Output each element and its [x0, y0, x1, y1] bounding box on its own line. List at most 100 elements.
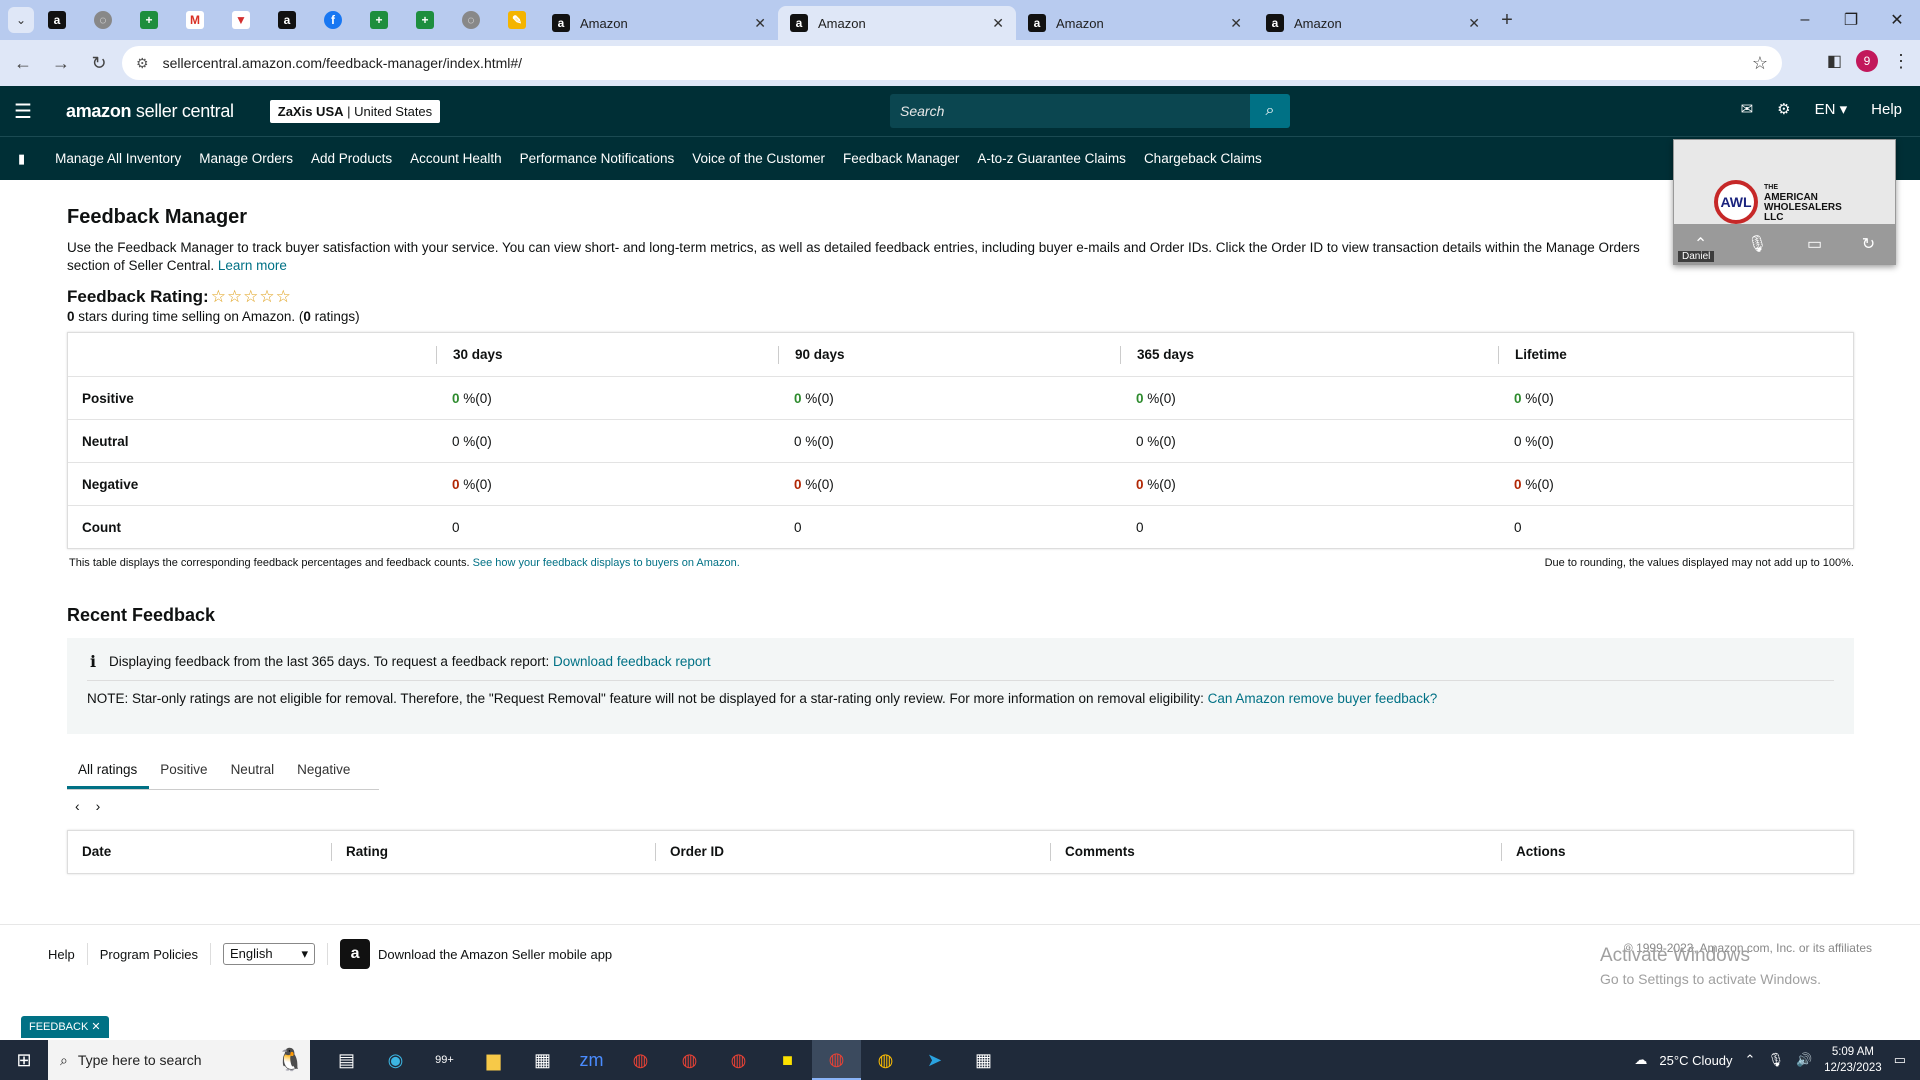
calculator-icon[interactable]: ▦: [959, 1040, 1008, 1080]
gear-icon[interactable]: ⚙: [1777, 100, 1790, 118]
camera-off-icon[interactable]: ▭: [1807, 234, 1822, 254]
speaker-icon[interactable]: 🔊: [1796, 1052, 1812, 1068]
close-icon[interactable]: ✕: [1468, 15, 1480, 32]
pinned-tab[interactable]: f: [310, 0, 356, 40]
reload-icon[interactable]: ↻: [84, 53, 114, 74]
profile-avatar[interactable]: 9: [1856, 50, 1878, 72]
taskbar-search[interactable]: ⌕ Type here to search 🐧: [48, 1040, 310, 1080]
tab-neutral[interactable]: Neutral: [220, 752, 287, 789]
chrome-icon[interactable]: ◍: [665, 1040, 714, 1080]
hamburger-menu-icon[interactable]: ☰: [14, 99, 36, 124]
microphone-icon[interactable]: 🎙: [1767, 1052, 1784, 1068]
chevron-left-icon[interactable]: ‹: [75, 798, 80, 814]
chrome-icon[interactable]: ◍: [616, 1040, 665, 1080]
nav-a-to-z-claims[interactable]: A-to-z Guarantee Claims: [977, 151, 1126, 166]
feedback-display-link[interactable]: See how your feedback displays to buyers…: [473, 557, 740, 569]
column-header[interactable]: Order ID: [655, 843, 1050, 861]
sticky-notes-icon[interactable]: ■: [763, 1040, 812, 1080]
learn-more-link[interactable]: Learn more: [218, 258, 287, 273]
feedback-button[interactable]: FEEDBACK ✕: [21, 1016, 109, 1038]
search-icon[interactable]: ⌕: [1250, 94, 1290, 128]
seller-central-logo[interactable]: amazon seller central: [66, 101, 234, 122]
close-icon[interactable]: ✕: [91, 1021, 100, 1033]
store-icon[interactable]: ▦: [518, 1040, 567, 1080]
removal-eligibility-link[interactable]: Can Amazon remove buyer feedback?: [1208, 691, 1438, 706]
chrome-icon[interactable]: ◍: [861, 1040, 910, 1080]
tab-positive[interactable]: Positive: [149, 752, 219, 789]
language-selector[interactable]: EN ▾: [1815, 100, 1848, 118]
browser-tab[interactable]: a Amazon ✕: [1016, 6, 1254, 40]
browser-tab[interactable]: a Amazon ✕: [540, 6, 778, 40]
side-panel-icon[interactable]: ◧: [1827, 51, 1842, 71]
new-tab-button[interactable]: +: [1492, 9, 1522, 32]
zoom-icon[interactable]: zm: [567, 1040, 616, 1080]
windows-start-icon[interactable]: ⊞: [0, 1050, 48, 1071]
pinned-tab[interactable]: a: [264, 0, 310, 40]
weather-text[interactable]: 25°C Cloudy: [1659, 1053, 1732, 1068]
edge-icon[interactable]: ◉: [371, 1040, 420, 1080]
video-call-overlay[interactable]: AWL THE AMERICAN WHOLESALERS LLC ⌃ 🎙 ▭ ↻ Da…: [1673, 139, 1896, 265]
download-report-link[interactable]: Download feedback report: [553, 654, 711, 669]
browser-tab[interactable]: a Amazon ✕: [1254, 6, 1492, 40]
restore-icon[interactable]: ❐: [1828, 0, 1874, 40]
pinned-tab[interactable]: +: [356, 0, 402, 40]
footer-help-link[interactable]: Help: [48, 947, 75, 962]
chrome-icon[interactable]: ◍: [812, 1040, 861, 1080]
nav-voice-of-customer[interactable]: Voice of the Customer: [692, 151, 825, 166]
column-header[interactable]: Date: [68, 843, 331, 861]
nav-feedback-manager[interactable]: Feedback Manager: [843, 151, 959, 166]
weather-cloud-icon[interactable]: ☁: [1634, 1052, 1647, 1068]
column-header[interactable]: Comments: [1050, 843, 1501, 861]
close-window-icon[interactable]: ✕: [1874, 0, 1920, 40]
pinned-tab[interactable]: a: [34, 0, 80, 40]
rotate-icon[interactable]: ↻: [1862, 234, 1875, 254]
column-header[interactable]: Rating: [331, 843, 655, 861]
tab-all-ratings[interactable]: All ratings: [67, 752, 150, 789]
pinned-tab[interactable]: +: [402, 0, 448, 40]
nav-performance-notifications[interactable]: Performance Notifications: [520, 151, 675, 166]
pinned-tab[interactable]: ◌: [448, 0, 494, 40]
language-select[interactable]: English ▾: [223, 943, 316, 965]
task-view-icon[interactable]: ▤: [322, 1040, 371, 1080]
nav-manage-inventory[interactable]: Manage All Inventory: [55, 151, 181, 166]
mail-icon[interactable]: 99+: [420, 1040, 469, 1080]
nav-chargeback-claims[interactable]: Chargeback Claims: [1144, 151, 1262, 166]
pinned-tab[interactable]: ▼: [218, 0, 264, 40]
pinned-tab[interactable]: ✎: [494, 0, 540, 40]
site-settings-icon[interactable]: ⚙: [136, 55, 149, 72]
notification-icon[interactable]: ▭: [1894, 1052, 1906, 1068]
back-icon[interactable]: ←: [8, 53, 38, 74]
tab-negative[interactable]: Negative: [286, 752, 362, 789]
forward-icon[interactable]: →: [46, 53, 76, 74]
menu-dots-icon[interactable]: ⋮: [1892, 51, 1910, 72]
close-icon[interactable]: ✕: [992, 15, 1004, 32]
mobile-app-link[interactable]: Download the Amazon Seller mobile app: [378, 947, 612, 962]
tab-search-button[interactable]: ⌄: [8, 7, 34, 33]
telegram-icon[interactable]: ➤: [910, 1040, 959, 1080]
help-link[interactable]: Help: [1871, 101, 1902, 118]
microphone-off-icon[interactable]: 🎙: [1747, 234, 1767, 254]
minimize-icon[interactable]: –: [1782, 0, 1828, 40]
bookmark-icon[interactable]: ▮: [18, 151, 25, 167]
search-input[interactable]: Search: [890, 94, 1250, 128]
chrome-icon[interactable]: ◍: [714, 1040, 763, 1080]
chevron-right-icon[interactable]: ›: [96, 798, 101, 814]
nav-add-products[interactable]: Add Products: [311, 151, 392, 166]
bookmark-star-icon[interactable]: ☆: [1752, 53, 1768, 74]
url-field[interactable]: ⚙ sellercentral.amazon.com/feedback-mana…: [122, 46, 1782, 80]
browser-tab-active[interactable]: a Amazon ✕: [778, 6, 1016, 40]
chevron-up-icon[interactable]: ⌃: [1745, 1052, 1756, 1068]
pinned-tab[interactable]: ◌: [80, 0, 126, 40]
file-explorer-icon[interactable]: ▆: [469, 1040, 518, 1080]
close-icon[interactable]: ✕: [1230, 15, 1242, 32]
pinned-tab[interactable]: M: [172, 0, 218, 40]
nav-account-health[interactable]: Account Health: [410, 151, 502, 166]
pinned-tab[interactable]: +: [126, 0, 172, 40]
nav-manage-orders[interactable]: Manage Orders: [199, 151, 293, 166]
account-switcher[interactable]: ZaXis USA | United States: [269, 99, 441, 123]
clock[interactable]: 5:09 AM 12/23/2023: [1824, 1044, 1882, 1076]
close-icon[interactable]: ✕: [754, 15, 766, 32]
amazon-app-icon[interactable]: a: [340, 939, 371, 969]
program-policies-link[interactable]: Program Policies: [100, 947, 198, 962]
mail-icon[interactable]: ✉: [1741, 100, 1754, 118]
